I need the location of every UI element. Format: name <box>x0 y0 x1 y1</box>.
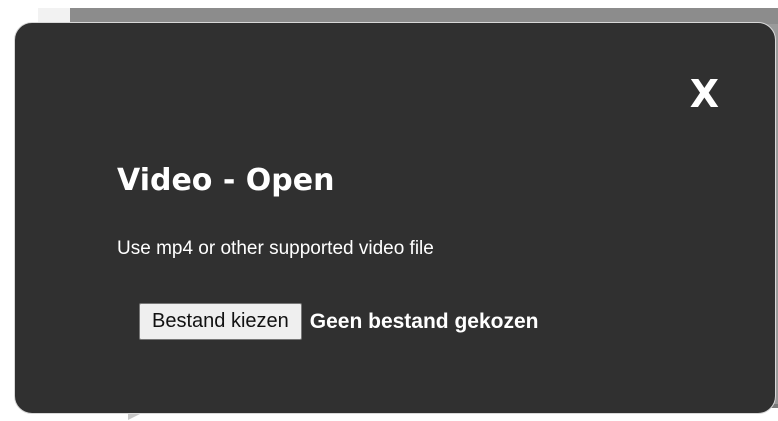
close-button[interactable]: X <box>690 75 719 113</box>
file-status-text: Geen bestand gekozen <box>309 309 539 333</box>
video-open-dialog: X Video - Open Use mp4 or other supporte… <box>14 22 776 414</box>
choose-file-button[interactable]: Bestand kiezen <box>139 303 302 340</box>
dialog-description: Use mp4 or other supported video file <box>117 238 434 259</box>
file-input: Bestand kiezen Geen bestand gekozen <box>139 303 539 340</box>
dialog-title: Video - Open <box>117 163 335 198</box>
